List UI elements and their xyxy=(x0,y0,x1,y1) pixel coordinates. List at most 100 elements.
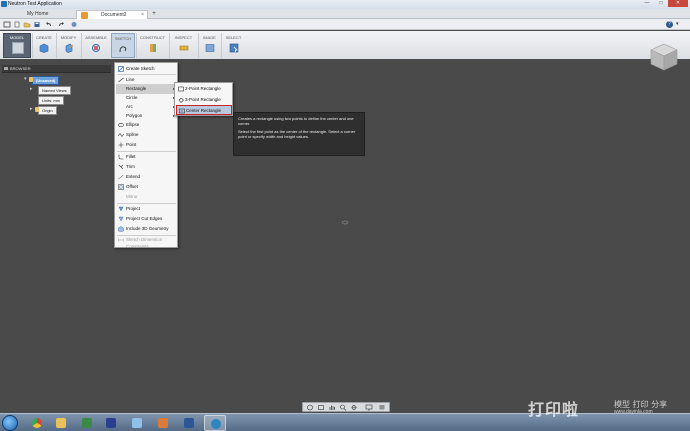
ribbon-sketch[interactable]: SKETCH xyxy=(111,33,135,58)
minimize-button[interactable]: — xyxy=(640,0,654,7)
menu-item-spline[interactable]: Spline xyxy=(116,130,177,140)
menu-item-label: 2-Point Rectangle xyxy=(185,86,221,91)
menu-item-label: Offset xyxy=(126,184,138,189)
taskbar-neutron[interactable] xyxy=(204,415,226,431)
menu-item-extend[interactable]: Extend xyxy=(116,172,177,182)
taskbar-app-2[interactable] xyxy=(100,415,122,431)
menu-item-fillet[interactable]: Fillet xyxy=(116,152,177,162)
word-icon xyxy=(184,418,194,428)
expand-caret-icon[interactable]: ▸ xyxy=(30,106,33,113)
ribbon-sketch-label: SKETCH xyxy=(114,36,132,41)
menu-item-2-point-rectangle[interactable]: 2-Point Rectangle xyxy=(176,84,232,94)
menu-item-label: Line xyxy=(126,77,135,82)
title-bar: Neutron Test Application — □ ✕ xyxy=(0,0,690,9)
extend-icon xyxy=(118,174,124,180)
ribbon-construct-label: CONSTRUCT xyxy=(139,35,166,40)
create-sketch-icon xyxy=(118,66,124,72)
menu-item-label: Project Cut Edges xyxy=(126,216,163,221)
pan-hand-icon[interactable] xyxy=(328,404,336,411)
open-file-icon[interactable] xyxy=(23,21,31,28)
menu-item-include-3d-geometry[interactable]: Include 3D Geometry xyxy=(116,224,177,234)
zoom-icon[interactable] xyxy=(339,404,347,411)
select-icon xyxy=(229,43,238,53)
menu-item-offset[interactable]: Offset xyxy=(116,182,177,192)
expand-caret-icon[interactable]: ▸ xyxy=(30,86,33,93)
menu-icon[interactable] xyxy=(3,21,11,28)
look-at-icon[interactable] xyxy=(317,404,325,411)
ribbon-inspect[interactable]: INSPECT xyxy=(169,33,197,58)
menu-item-label: Point xyxy=(126,142,137,147)
tooltip-center-rectangle: Creates a rectangle using two points to … xyxy=(233,112,365,156)
fit-icon[interactable] xyxy=(350,404,358,411)
menu-item-constraints[interactable]: Constraints xyxy=(116,244,177,250)
menu-item-label: Extend xyxy=(126,174,141,179)
visibility-bulb-icon[interactable] xyxy=(29,77,33,82)
tab-my-home[interactable]: My Home xyxy=(20,10,65,19)
save-icon[interactable] xyxy=(33,21,41,28)
tree-root-node[interactable]: ▾ (Unsaved) xyxy=(24,76,60,85)
menu-item-point[interactable]: Point xyxy=(116,140,177,150)
tree-node-units[interactable]: Units: mm xyxy=(38,96,64,105)
plane-icon xyxy=(149,44,156,52)
redo-icon[interactable] xyxy=(57,21,65,28)
neutron-icon xyxy=(211,419,221,429)
visibility-bulb-icon[interactable] xyxy=(35,107,39,112)
undo-icon[interactable] xyxy=(45,21,53,28)
menu-item-label: Create Sketch xyxy=(126,66,155,71)
navigation-bar xyxy=(302,402,390,412)
browser-collapse-icon[interactable] xyxy=(4,67,8,70)
menu-item-label: Center Rectangle xyxy=(186,108,222,113)
view-cube[interactable] xyxy=(648,42,680,72)
ribbon-image[interactable]: IMAGE xyxy=(198,33,220,58)
browser-title: BROWSER xyxy=(10,66,31,71)
start-button[interactable] xyxy=(2,415,18,431)
include-3d-geometry-icon xyxy=(118,226,124,232)
taskbar-chrome[interactable] xyxy=(26,415,48,431)
box-icon xyxy=(39,43,49,53)
tab-document2[interactable]: Document2 × xyxy=(76,10,148,19)
menu-item-label: Constraints xyxy=(126,244,149,249)
menu-item-label: Mirror xyxy=(126,194,138,199)
spline-icon xyxy=(118,133,124,137)
new-tab-button[interactable]: + xyxy=(150,10,158,18)
taskbar-explorer[interactable] xyxy=(50,415,72,431)
taskbar-app-1[interactable] xyxy=(76,415,98,431)
close-window-button[interactable]: ✕ xyxy=(668,0,688,7)
grid-settings-icon[interactable] xyxy=(378,404,386,411)
display-settings-icon[interactable] xyxy=(365,404,373,411)
expand-caret-icon[interactable]: ▾ xyxy=(24,76,27,83)
palette-icon[interactable] xyxy=(70,21,78,28)
orbit-icon[interactable] xyxy=(306,404,314,411)
menu-item-mirror[interactable]: Mirror xyxy=(116,192,177,202)
menu-item-3-point-rectangle[interactable]: 3-Point Rectangle xyxy=(176,95,232,105)
user-menu-icon[interactable]: ▾ xyxy=(676,21,686,28)
taskbar-app-3[interactable] xyxy=(126,415,148,431)
tree-node-named-views[interactable]: ▸ Named Views xyxy=(30,86,71,95)
menu-item-label: 3-Point Rectangle xyxy=(185,97,221,102)
tree-node-origin[interactable]: ▸ Origin xyxy=(30,106,57,115)
ribbon-select[interactable]: SELECT xyxy=(221,33,245,58)
menu-item-project-cut-edges[interactable]: Project Cut Edges xyxy=(116,214,177,224)
ribbon-create[interactable]: CREATE xyxy=(32,33,55,58)
fillet-icon xyxy=(118,154,124,160)
center-rectangle-icon xyxy=(179,108,185,114)
menu-item-create-sketch[interactable]: Create Sketch xyxy=(116,64,177,74)
help-icon[interactable]: ? xyxy=(666,21,673,28)
menu-item-project[interactable]: Project xyxy=(116,204,177,214)
ribbon-assemble[interactable]: ASSEMBLE xyxy=(81,33,110,58)
browser-panel-header[interactable]: BROWSER xyxy=(2,65,111,73)
workspace-switcher-button[interactable]: MODEL xyxy=(3,33,31,58)
menu-item-trim[interactable]: Trim xyxy=(116,162,177,172)
watermark-url: www.dayinla.com xyxy=(614,409,653,415)
taskbar-app-4[interactable] xyxy=(152,415,174,431)
maximize-button[interactable]: □ xyxy=(654,0,668,7)
taskbar-word[interactable] xyxy=(178,415,200,431)
press-pull-icon xyxy=(65,43,73,53)
origin-point-icon xyxy=(341,220,349,225)
new-file-icon[interactable] xyxy=(13,21,21,28)
menu-item-ellipse[interactable]: Ellipse xyxy=(116,120,177,130)
ribbon-modify[interactable]: MODIFY xyxy=(56,33,80,58)
menu-item-center-rectangle[interactable]: Center Rectangle xyxy=(176,105,232,115)
joint-icon xyxy=(91,43,101,53)
ribbon-construct[interactable]: CONSTRUCT xyxy=(136,33,168,58)
